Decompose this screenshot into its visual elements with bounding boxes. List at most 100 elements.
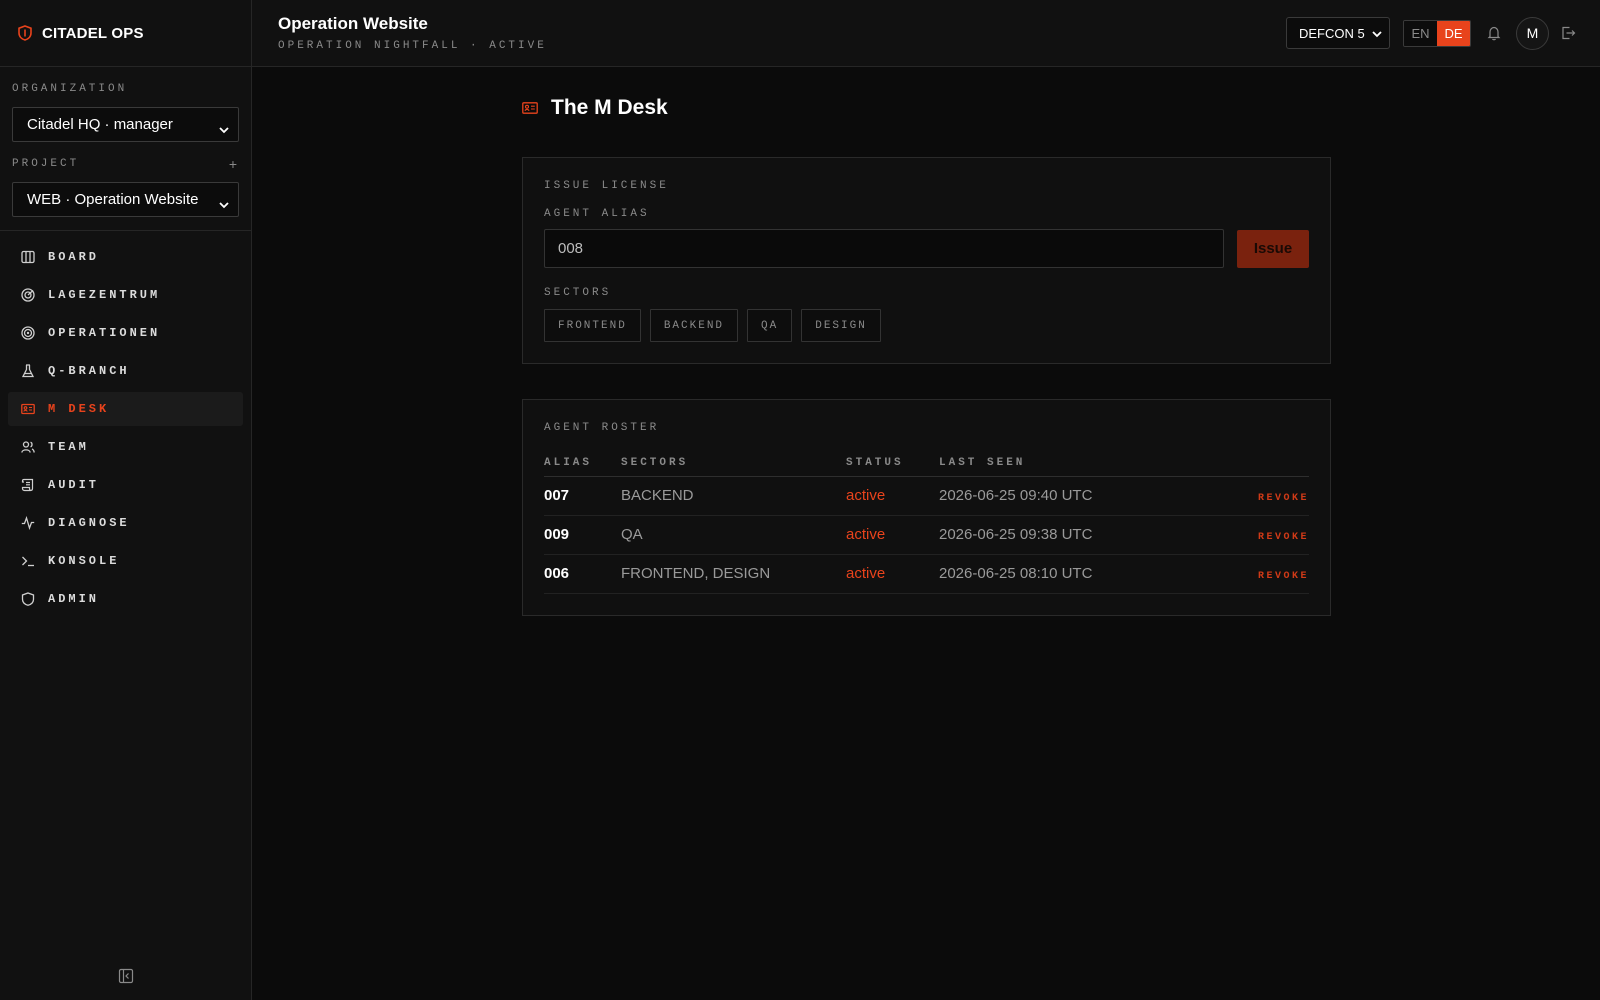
sidebar-item-label: Q-BRANCH [48, 364, 130, 378]
organization-select-value: Citadel HQ · manager [27, 116, 173, 133]
chevron-down-icon [219, 121, 229, 134]
sidebar-item-operationen[interactable]: OPERATIONEN [8, 316, 243, 350]
bell-icon[interactable] [1486, 25, 1502, 41]
cell-last-seen: 2026-06-25 09:40 UTC [939, 476, 1217, 516]
sidebar-item-admin[interactable]: ADMIN [8, 582, 243, 616]
sector-chip-qa[interactable]: QA [747, 309, 793, 342]
main: Operation Website OPERATION NIGHTFALL · … [252, 0, 1600, 1000]
cell-alias: 007 [544, 476, 621, 516]
operation-status: OPERATION NIGHTFALL · ACTIVE [278, 40, 547, 52]
brand-name: CITADEL OPS [42, 24, 144, 42]
project-label: PROJECT + [12, 156, 239, 172]
page-title: The M Desk [551, 96, 668, 119]
cell-action: REVOKE [1216, 515, 1309, 555]
sectors-label: SECTORS [544, 287, 612, 299]
radar-icon [21, 288, 35, 302]
defcon-select[interactable]: DEFCON 5 [1286, 17, 1390, 49]
avatar[interactable]: M [1516, 16, 1549, 50]
cell-alias: 009 [544, 515, 621, 555]
sidebar-item-label: M DESK [48, 402, 110, 416]
cell-last-seen: 2026-06-25 09:38 UTC [939, 515, 1217, 555]
revoke-button[interactable]: REVOKE [1258, 532, 1309, 543]
topbar-actions: DEFCON 5 EN DE M [1286, 16, 1576, 50]
cell-action: REVOKE [1216, 476, 1309, 516]
roster-table: ALIAS SECTORS STATUS LAST SEEN 007 BACKE… [544, 456, 1309, 594]
sidebar-nav: BOARD LAGEZENTRUM OPERATIONEN Q-BRANCH M… [0, 231, 251, 616]
shield-icon [18, 25, 32, 41]
sidebar-item-diagnose[interactable]: DIAGNOSE [8, 506, 243, 540]
chevron-down-icon [219, 196, 229, 209]
sidebar-item-label: LAGEZENTRUM [48, 288, 161, 302]
agent-alias-input[interactable]: 008 [544, 229, 1224, 268]
cell-status: active [846, 554, 939, 594]
organization-select[interactable]: Citadel HQ · manager [12, 107, 239, 142]
topbar: Operation Website OPERATION NIGHTFALL · … [252, 0, 1600, 67]
sector-chip-design[interactable]: DESIGN [801, 309, 881, 342]
agent-roster-card: AGENT ROSTER ALIAS SECTORS STATUS LAST S… [522, 399, 1331, 616]
sidebar-item-q-branch[interactable]: Q-BRANCH [8, 354, 243, 388]
project-select-value: WEB · Operation Website [27, 191, 199, 208]
defcon-select-value: DEFCON 5 [1299, 25, 1365, 41]
issue-button[interactable]: Issue [1237, 229, 1309, 268]
sidebar-item-label: DIAGNOSE [48, 516, 130, 530]
sidebar-item-m-desk[interactable]: M DESK [8, 392, 243, 426]
revoke-button[interactable]: REVOKE [1258, 571, 1309, 582]
sidebar-item-label: BOARD [48, 250, 100, 264]
terminal-icon [21, 554, 35, 568]
col-sectors: SECTORS [621, 456, 846, 477]
card-title: AGENT ROSTER [544, 422, 660, 434]
lang-de-button[interactable]: DE [1437, 20, 1470, 46]
sidebar-item-label: KONSOLE [48, 554, 120, 568]
target-icon [21, 326, 35, 340]
logout-icon[interactable] [1560, 25, 1576, 41]
organization-label: ORGANIZATION [12, 81, 239, 97]
id-card-icon [522, 101, 538, 115]
sidebar-item-team[interactable]: TEAM [8, 430, 243, 464]
add-project-button[interactable]: + [229, 156, 237, 172]
organization-label-text: ORGANIZATION [12, 83, 128, 95]
sidebar-item-audit[interactable]: AUDIT [8, 468, 243, 502]
card-title: ISSUE LICENSE [544, 180, 669, 192]
col-actions [1216, 456, 1309, 477]
agent-alias-label: AGENT ALIAS [544, 208, 650, 220]
activity-icon [21, 516, 35, 530]
col-status: STATUS [846, 456, 939, 477]
content: The M Desk ISSUE LICENSE AGENT ALIAS 008… [252, 67, 1600, 1000]
users-icon [21, 440, 35, 454]
project-label-text: PROJECT [12, 158, 80, 170]
table-row: 007 BACKEND active 2026-06-25 09:40 UTC … [544, 476, 1309, 516]
sidebar-item-label: TEAM [48, 440, 89, 454]
flask-icon [21, 364, 35, 378]
sidebar-item-lagezentrum[interactable]: LAGEZENTRUM [8, 278, 243, 312]
cell-sectors: FRONTEND, DESIGN [621, 554, 846, 594]
project-select[interactable]: WEB · Operation Website [12, 182, 239, 217]
table-row: 009 QA active 2026-06-25 09:38 UTC REVOK… [544, 515, 1309, 555]
sector-chip-backend[interactable]: BACKEND [649, 309, 739, 342]
revoke-button[interactable]: REVOKE [1258, 493, 1309, 504]
col-alias: ALIAS [544, 456, 621, 477]
cell-sectors: BACKEND [621, 476, 846, 516]
id-card-icon [21, 402, 35, 416]
cell-action: REVOKE [1216, 554, 1309, 594]
cell-status: active [846, 515, 939, 555]
cell-last-seen: 2026-06-25 08:10 UTC [939, 554, 1217, 594]
sidebar-item-label: OPERATIONEN [48, 326, 161, 340]
sidebar-item-konsole[interactable]: KONSOLE [8, 544, 243, 578]
sector-chip-frontend[interactable]: FRONTEND [544, 309, 641, 342]
shield-icon [21, 592, 35, 606]
col-last-seen: LAST SEEN [939, 456, 1217, 477]
page-context-title: Operation Website [278, 14, 428, 33]
lang-en-button[interactable]: EN [1404, 20, 1437, 46]
sector-chips: FRONTEND BACKEND QA DESIGN [544, 309, 1309, 342]
sidebar-item-label: AUDIT [48, 478, 100, 492]
topbar-heading: Operation Website OPERATION NIGHTFALL · … [278, 14, 547, 52]
sidebar-item-board[interactable]: BOARD [8, 240, 243, 274]
brand[interactable]: CITADEL OPS [0, 0, 251, 67]
table-header-row: ALIAS SECTORS STATUS LAST SEEN [544, 456, 1309, 477]
sidebar-item-label: ADMIN [48, 592, 100, 606]
issue-license-card: ISSUE LICENSE AGENT ALIAS 008 Issue SECT… [522, 157, 1331, 364]
cell-alias: 006 [544, 554, 621, 594]
collapse-sidebar-icon[interactable] [118, 968, 134, 984]
cell-sectors: QA [621, 515, 846, 555]
sidebar: CITADEL OPS ORGANIZATION Citadel HQ · ma… [0, 0, 252, 1000]
